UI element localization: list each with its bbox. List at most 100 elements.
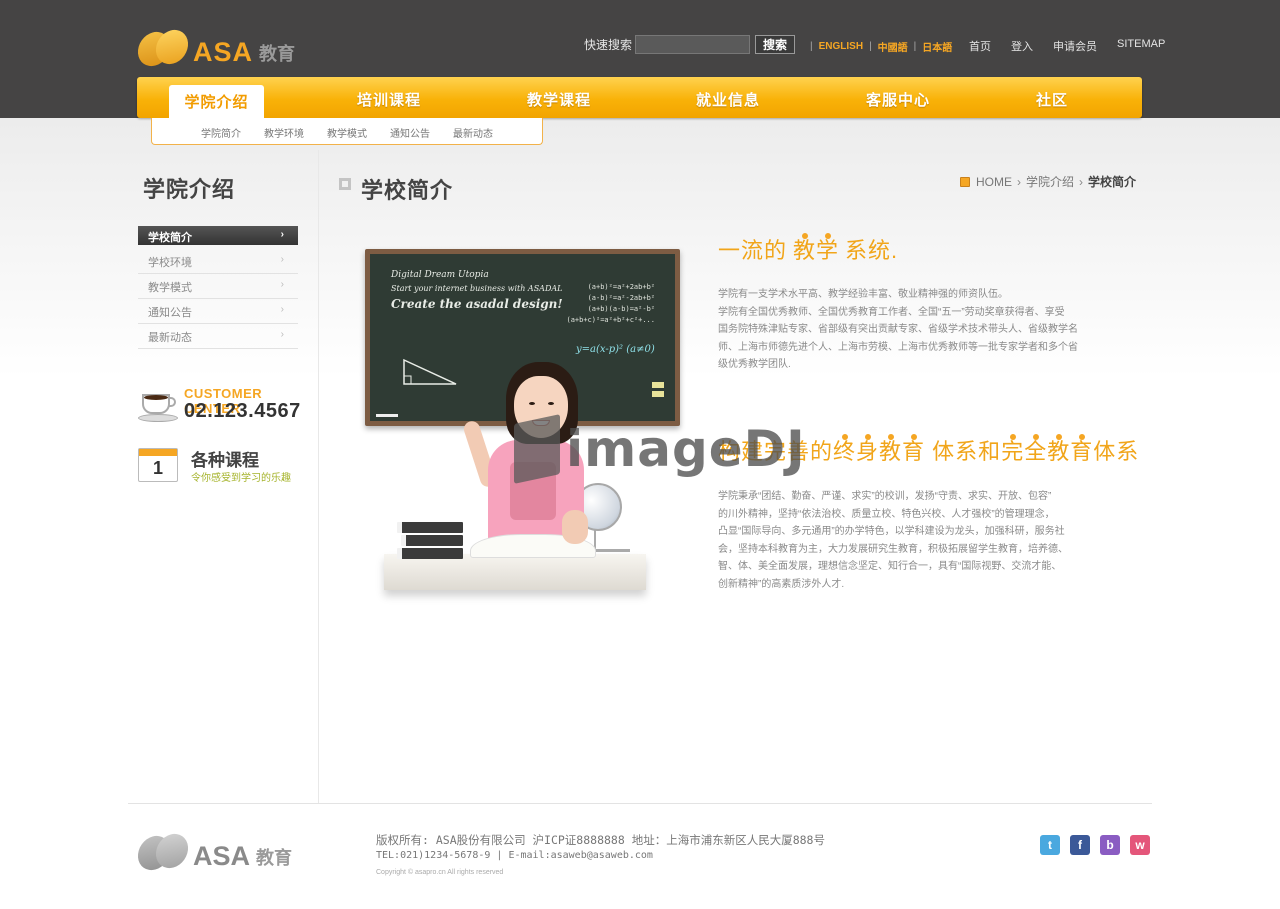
chevron-right-icon: › bbox=[280, 229, 284, 240]
breadcrumb-home[interactable]: HOME bbox=[976, 175, 1012, 189]
subnav-item-intro[interactable]: 学院简介 bbox=[201, 125, 241, 140]
page-title: 学校简介 bbox=[339, 173, 453, 205]
chalk-line-3: Create the asadal design! bbox=[391, 297, 563, 311]
globe-stand bbox=[594, 530, 630, 552]
footer-info: 版权所有: ASA股份有限公司 沪ICP证8888888 地址：上海市浦东新区人… bbox=[376, 833, 825, 878]
chalk-formula: y=a(x-p)² (a≠0) bbox=[576, 344, 655, 355]
sitemap-link[interactable]: SITEMAP bbox=[1117, 38, 1165, 54]
student-eye bbox=[548, 402, 554, 405]
sub-nav: 学院简介 教学环境 教学模式 通知公告 最新动态 bbox=[151, 118, 543, 145]
sidebar-item-label: 最新动态 bbox=[148, 332, 192, 344]
sidebar-item-environment[interactable]: 学校环境 › bbox=[138, 249, 298, 274]
main-nav: 学院介绍 培训课程 教学课程 就业信息 客服中心 社区 bbox=[137, 77, 1142, 120]
lang-japanese[interactable]: 日本語 bbox=[922, 39, 952, 54]
page-title-text: 学校简介 bbox=[361, 178, 454, 203]
subnav-item-notice[interactable]: 通知公告 bbox=[390, 125, 430, 140]
social-links: t f b w bbox=[1040, 835, 1150, 855]
section1-heading: 一流的 教学 系统. bbox=[718, 233, 898, 273]
register-link[interactable]: 申请会员 bbox=[1053, 38, 1097, 54]
footer-divider bbox=[128, 803, 1152, 804]
column-divider bbox=[318, 150, 319, 803]
sidebar-item-label: 通知公告 bbox=[148, 307, 192, 319]
calendar-number: 1 bbox=[152, 458, 163, 478]
logo-mark-icon bbox=[131, 827, 195, 877]
chevron-right-icon: › bbox=[280, 329, 284, 340]
course-subtitle: 令你感受到学习的乐趣 bbox=[191, 473, 291, 484]
student-hand bbox=[562, 510, 588, 544]
lang-english[interactable]: ENGLISH bbox=[819, 41, 863, 52]
chalk-equations: (a+b)²=a²+2ab+b² (a-b)²=a²-2ab+b² (a+b)(… bbox=[566, 283, 655, 324]
section2-heading: 构建完善的 终身教育 体系和 完全教育体系 bbox=[718, 434, 1139, 474]
nav-item-community[interactable]: 社区 bbox=[1036, 89, 1068, 110]
nav-item-about[interactable]: 学院介绍 bbox=[169, 85, 264, 120]
search-label: 快速搜索 bbox=[584, 38, 633, 52]
chalk-piece bbox=[376, 414, 398, 417]
search-button[interactable]: 搜索 bbox=[755, 35, 796, 54]
calendar-icon: 1 bbox=[138, 448, 178, 482]
site-logo[interactable]: ASA 教育 bbox=[131, 23, 296, 73]
logo-brand: ASA bbox=[193, 37, 254, 67]
weibo-icon[interactable]: w bbox=[1130, 835, 1150, 855]
books-stack bbox=[397, 522, 463, 561]
nav-item-training[interactable]: 培训课程 bbox=[357, 89, 421, 110]
chevron-right-icon: › bbox=[1079, 174, 1084, 189]
logo-subtitle: 教育 bbox=[259, 44, 296, 64]
sidebar-item-label: 学校环境 bbox=[148, 257, 192, 269]
sidebar-item-mode[interactable]: 教学模式 › bbox=[138, 274, 298, 299]
footer-logo[interactable]: ASA 教育 bbox=[131, 827, 293, 877]
subnav-item-news[interactable]: 最新动态 bbox=[453, 125, 493, 140]
chevron-right-icon: › bbox=[280, 254, 284, 265]
footer-contact: TEL:021)1234-5678-9 | E-mail:asaweb@asaw… bbox=[376, 850, 653, 861]
chevron-right-icon: › bbox=[280, 279, 284, 290]
sidebar-item-news[interactable]: 最新动态 › bbox=[138, 324, 298, 349]
nav-item-service[interactable]: 客服中心 bbox=[866, 89, 930, 110]
chevron-right-icon: › bbox=[280, 304, 284, 315]
sidebar-menu: 学校简介 › 学校环境 › 教学模式 › 通知公告 › 最新动态 › bbox=[138, 226, 298, 349]
breadcrumb-section[interactable]: 学院介绍 bbox=[1026, 173, 1074, 190]
search-input[interactable] bbox=[635, 35, 751, 54]
footer-logo-brand: ASA bbox=[193, 841, 251, 871]
lang-chinese[interactable]: 中國語 bbox=[878, 39, 908, 54]
quick-search: 快速搜索 搜索 bbox=[584, 35, 796, 54]
footer-copyright: Copyright © asapro.cn All rights reserve… bbox=[376, 869, 504, 876]
course-banner[interactable]: 1 各种课程 令你感受到学习的乐趣 bbox=[138, 446, 313, 486]
title-square-icon bbox=[339, 178, 351, 190]
section1-emphasis: 教学 bbox=[793, 233, 839, 263]
triangle-drawing-icon bbox=[403, 358, 457, 385]
chevron-right-icon: › bbox=[1017, 174, 1021, 189]
sidebar-title: 学院介绍 bbox=[143, 177, 236, 202]
home-link[interactable]: 首页 bbox=[969, 38, 991, 54]
sticky-notes bbox=[652, 382, 664, 404]
breadcrumb-current: 学校简介 bbox=[1088, 175, 1137, 189]
section2-emphasis-2: 完全教育 bbox=[1001, 434, 1093, 464]
twitter-icon[interactable]: t bbox=[1040, 835, 1060, 855]
student-face bbox=[514, 376, 568, 438]
course-title: 各种课程 bbox=[191, 451, 259, 470]
sidebar-item-label: 教学模式 bbox=[148, 282, 192, 294]
subnav-item-mode[interactable]: 教学模式 bbox=[327, 125, 367, 140]
blog-icon[interactable]: b bbox=[1100, 835, 1120, 855]
coffee-cup-icon bbox=[138, 386, 178, 422]
section1-text: 学院有一支学术水平高、教学经验丰富、敬业精神强的师资队伍。 学院有全国优秀教师、… bbox=[718, 289, 1078, 370]
nav-item-teaching[interactable]: 教学课程 bbox=[527, 89, 591, 110]
facebook-icon[interactable]: f bbox=[1070, 835, 1090, 855]
home-icon bbox=[960, 176, 970, 187]
footer-company: 版权所有: ASA股份有限公司 沪ICP证8888888 地址：上海市浦东新区人… bbox=[376, 833, 825, 847]
chalk-line-1: Digital Dream Utopia bbox=[391, 270, 489, 280]
sidebar-item-notice[interactable]: 通知公告 › bbox=[138, 299, 298, 324]
chalk-line-2: Start your internet business with ASADAL bbox=[391, 284, 563, 293]
top-links: 首页 登入 申请会员 SITEMAP bbox=[969, 38, 1165, 54]
breadcrumb: HOME › 学院介绍 › 学校简介 bbox=[960, 173, 1136, 190]
logo-mark-icon bbox=[131, 23, 195, 73]
sidebar-item-intro[interactable]: 学校简介 › bbox=[138, 226, 298, 245]
login-link[interactable]: 登入 bbox=[1011, 38, 1033, 54]
student-eye bbox=[529, 402, 535, 405]
subnav-item-environment[interactable]: 教学环境 bbox=[264, 125, 304, 140]
section2-text: 学院秉承“团结、勤奋、严谨、求实”的校训，发扬“守责、求实、开放、包容” 的川外… bbox=[718, 491, 1068, 590]
footer-logo-subtitle: 教育 bbox=[256, 848, 293, 868]
nav-item-jobs[interactable]: 就业信息 bbox=[696, 89, 760, 110]
customer-center-banner[interactable]: CUSTOMER CENTER 02.123.4567 bbox=[138, 382, 313, 424]
sidebar-item-label: 学校简介 bbox=[148, 232, 192, 244]
customer-phone: 02.123.4567 bbox=[184, 400, 301, 422]
language-switcher: | ENGLISH | 中國語 | 日本語 bbox=[810, 39, 953, 54]
